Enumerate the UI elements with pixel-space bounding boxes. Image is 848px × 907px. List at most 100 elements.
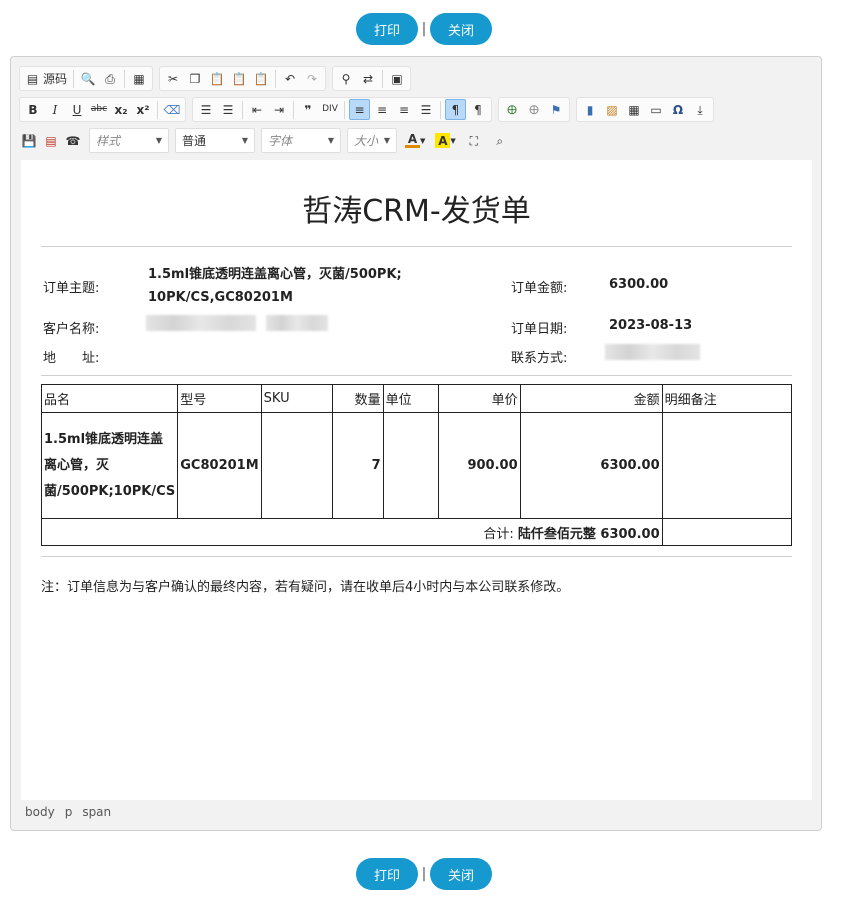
bold-button[interactable]: B xyxy=(23,99,43,120)
unlink-button[interactable]: 🜨 xyxy=(524,99,544,120)
align-center-button[interactable]: ≡ xyxy=(372,99,392,120)
order-subject-line2: 10PK/CS,GC80201M xyxy=(148,290,293,305)
eraser-icon: ⌫ xyxy=(163,102,181,117)
link-button[interactable]: 🜨 xyxy=(502,99,522,120)
numbered-list-icon: ☰ xyxy=(200,102,212,117)
justify-icon: ☰ xyxy=(420,102,432,117)
order-date-label: 订单日期: xyxy=(511,322,568,337)
font-select[interactable]: 字体 ▼ xyxy=(261,128,341,153)
copy-button[interactable]: ❐ xyxy=(185,68,205,89)
outdent-button[interactable]: ⇤ xyxy=(247,99,267,120)
col-header: 明细备注 xyxy=(661,384,793,413)
chevron-down-icon: ▼ xyxy=(155,136,162,145)
table-header-row: 品名 型号 SKU 数量 单位 单价 金额 明细备注 xyxy=(40,384,793,413)
print-button[interactable]: 打印 xyxy=(356,13,418,45)
preview-button[interactable]: 🔍 xyxy=(78,68,98,89)
div-button[interactable]: DIV xyxy=(320,99,340,120)
find-button[interactable]: ⚲ xyxy=(336,68,356,89)
flash-button[interactable]: ▮ xyxy=(580,99,600,120)
format-select[interactable]: 普通 ▼ xyxy=(175,128,255,153)
contact-label: 联系方式: xyxy=(511,351,568,366)
italic-button[interactable]: I xyxy=(45,99,65,120)
bulleted-list-button[interactable]: ☰ xyxy=(218,99,238,120)
bg-color-button[interactable]: A ▼ xyxy=(433,130,457,151)
style-select[interactable]: 样式 ▼ xyxy=(89,128,169,153)
ltr-icon: ¶ xyxy=(451,102,460,117)
image-icon: ▨ xyxy=(606,102,618,117)
maximize-icon: ⛶ xyxy=(469,133,478,148)
paste-icon: 📋 xyxy=(209,71,225,86)
anchor-button[interactable]: ⚑ xyxy=(546,99,566,120)
element-path-bar: body p span xyxy=(25,805,111,819)
justify-button[interactable]: ☰ xyxy=(416,99,436,120)
undo-button[interactable]: ↶ xyxy=(280,68,300,89)
subscript-button[interactable]: x₂ xyxy=(111,99,131,120)
show-blocks-button[interactable]: ⌕ xyxy=(490,130,510,151)
strike-button[interactable]: abc xyxy=(89,99,109,120)
order-subject-line1: 1.5ml锥底透明连盖离心管，灭菌/500PK; xyxy=(148,267,402,282)
ltr-button[interactable]: ¶ xyxy=(445,99,466,120)
templates-button[interactable]: ▦ xyxy=(129,68,149,89)
close-button[interactable]: 关闭 xyxy=(430,858,492,890)
flash-icon: ▮ xyxy=(586,102,594,117)
align-left-button[interactable]: ≡ xyxy=(349,99,370,120)
print-doc-button[interactable]: ⎙ xyxy=(100,68,120,89)
image-button[interactable]: ▨ xyxy=(602,99,622,120)
horizontal-rule-button[interactable]: ▭ xyxy=(646,99,666,120)
print-button[interactable]: 打印 xyxy=(356,858,418,890)
document-title: 哲涛CRM-发货单 xyxy=(302,194,531,229)
rtl-button[interactable]: ¶ xyxy=(468,99,488,120)
outdent-icon: ⇤ xyxy=(251,102,263,117)
redo-icon: ↷ xyxy=(306,71,318,86)
align-center-icon: ≡ xyxy=(376,102,388,117)
source-button[interactable]: ▤ 源码 xyxy=(23,68,69,89)
page-break-button[interactable]: ⤓ xyxy=(690,99,710,120)
cell-name: 1.5ml锥底透明连盖离心管，灭菌/500PK;10PK/CS xyxy=(40,412,179,519)
table-button[interactable]: ▦ xyxy=(624,99,644,120)
remove-format-button[interactable]: ⌫ xyxy=(162,99,182,120)
superscript-button[interactable]: x² xyxy=(133,99,153,120)
col-header: 数量 xyxy=(331,384,384,413)
indent-icon: ⇥ xyxy=(273,102,285,117)
size-select[interactable]: 大小 ▼ xyxy=(347,128,397,153)
cell-unit xyxy=(382,412,439,519)
path-item[interactable]: p xyxy=(65,805,73,819)
path-item[interactable]: span xyxy=(82,805,111,819)
special-char-button[interactable]: Ω xyxy=(668,99,688,120)
align-right-button[interactable]: ≡ xyxy=(394,99,414,120)
fax-button[interactable]: ☎ xyxy=(63,130,83,151)
replace-button[interactable]: ⇄ xyxy=(358,68,378,89)
select-all-button[interactable]: ▣ xyxy=(387,68,407,89)
numbered-list-button[interactable]: ☰ xyxy=(196,99,216,120)
paste-button[interactable]: 📋 xyxy=(207,68,227,89)
maximize-button[interactable]: ⛶ xyxy=(464,130,484,151)
paste-word-button[interactable]: 📋 xyxy=(251,68,271,89)
blockquote-button[interactable]: ❞ xyxy=(298,99,318,120)
redacted-customer xyxy=(146,315,256,331)
save-button[interactable]: 💾 xyxy=(19,130,39,151)
bg-color-icon: A xyxy=(435,133,451,148)
col-header: 型号 xyxy=(177,384,262,413)
editor-content[interactable]: 哲涛CRM-发货单 订单主题: 1.5ml锥底透明连盖离心管，灭菌/500PK;… xyxy=(21,160,812,800)
undo-icon: ↶ xyxy=(284,71,296,86)
redo-button[interactable]: ↷ xyxy=(302,68,322,89)
chevron-down-icon: ▼ xyxy=(241,136,248,145)
text-color-button[interactable]: A ▼ xyxy=(403,130,427,151)
paste-text-button[interactable]: 📋 xyxy=(229,68,249,89)
path-item[interactable]: body xyxy=(25,805,55,819)
flag-icon: ⚑ xyxy=(550,102,562,117)
top-actions: 打印 | 关闭 xyxy=(0,12,848,46)
pdf-button[interactable]: ▤ xyxy=(41,130,61,151)
order-date-value: 2023-08-13 xyxy=(609,318,693,333)
underline-button[interactable]: U xyxy=(67,99,87,120)
quote-icon: ❞ xyxy=(304,102,312,117)
align-left-icon: ≡ xyxy=(354,102,365,117)
close-button[interactable]: 关闭 xyxy=(430,13,492,45)
total-value: 陆仟叁佰元整 6300.00 xyxy=(517,526,660,542)
divider xyxy=(41,375,792,376)
col-header: 单价 xyxy=(437,384,521,413)
indent-button[interactable]: ⇥ xyxy=(269,99,289,120)
cut-button[interactable]: ✂ xyxy=(163,68,183,89)
cell-remark xyxy=(661,412,793,519)
cell-model: GC80201M xyxy=(177,412,262,519)
